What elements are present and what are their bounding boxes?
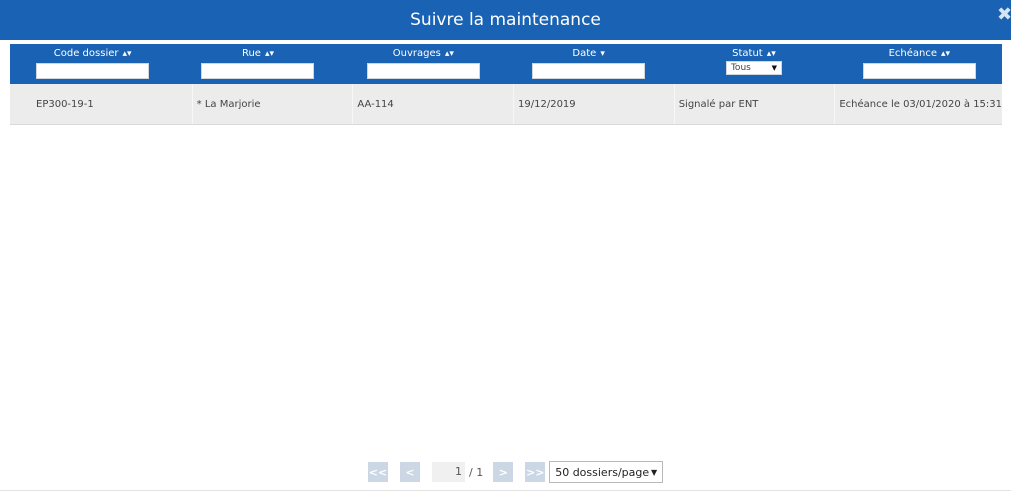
filter-rue-input[interactable] [201,63,315,79]
sort-rue[interactable]: Rue ▴▾ [242,48,274,60]
per-page-value: 50 dossiers/page [555,465,650,479]
cell-ouvrages: AA-114 [352,84,513,124]
filter-date-input[interactable] [532,63,646,79]
next-page-button[interactable]: > [493,462,514,482]
dialog-titlebar: Suivre la maintenance ✖ [0,0,1011,40]
table-header: Code dossier ▴▾ Rue ▴▾ Ouvrages ▴▾ Date … [10,44,1002,84]
select-value: Tous [730,63,751,73]
column-date: Date ▾ [506,44,671,84]
column-rue: Rue ▴▾ [175,44,340,84]
sort-icon: ▴▾ [766,49,776,59]
column-label: Echéance [888,48,937,59]
filter-echeance-input[interactable] [862,63,976,79]
first-page-button[interactable]: << [368,462,388,482]
column-code-dossier: Code dossier ▴▾ [10,44,175,84]
column-statut: Statut ▴▾ Tous ▼ [671,44,836,84]
sort-ouvrages[interactable]: Ouvrages ▴▾ [393,48,454,60]
cell-statut: Signalé par ENT [673,84,835,124]
column-label: Date [572,48,597,59]
table-row[interactable]: EP300-19-1 * La Marjorie AA-114 19/12/20… [10,84,1002,125]
close-icon[interactable]: ✖ [997,6,1011,24]
sort-icon: ▴▾ [941,49,951,59]
column-label: Code dossier [53,48,119,59]
sort-statut[interactable]: Statut ▴▾ [732,48,776,60]
cell-echeance: Echéance le 03/01/2020 à 15:31 [834,84,1002,124]
sort-desc-icon: ▾ [600,49,605,59]
chevron-down-icon: ▼ [771,64,777,72]
sort-code-dossier[interactable]: Code dossier ▴▾ [54,48,132,60]
pagination: << < 1 / 1 > >> 50 dossiers/page ▼ [368,461,664,483]
dialog-title: Suivre la maintenance [410,10,601,30]
page-total: / 1 [469,465,484,479]
cell-date: 19/12/2019 [513,84,674,124]
filter-statut-select[interactable]: Tous ▼ [725,61,782,75]
sort-icon: ▴▾ [122,49,132,59]
column-label: Rue [241,48,261,59]
column-ouvrages: Ouvrages ▴▾ [341,44,506,84]
sort-date[interactable]: Date ▾ [572,48,604,60]
per-page-select[interactable]: 50 dossiers/page ▼ [549,461,664,483]
column-label: Ouvrages [392,48,441,59]
page-number-input[interactable]: 1 [432,462,465,482]
divider [0,490,1011,491]
column-label: Statut [732,48,763,59]
column-echeance: Echéance ▴▾ [837,44,1002,84]
filter-ouvrages-input[interactable] [366,63,480,79]
cell-rue: * La Marjorie [191,84,353,124]
sort-icon: ▴▾ [444,49,454,59]
cell-code-dossier: EP300-19-1 [36,98,94,110]
filter-code-dossier-input[interactable] [36,63,150,79]
sort-echeance[interactable]: Echéance ▴▾ [889,48,950,60]
chevron-down-icon: ▼ [651,467,658,477]
last-page-button[interactable]: >> [525,462,546,482]
prev-page-button[interactable]: < [400,462,420,482]
sort-icon: ▴▾ [264,49,275,59]
